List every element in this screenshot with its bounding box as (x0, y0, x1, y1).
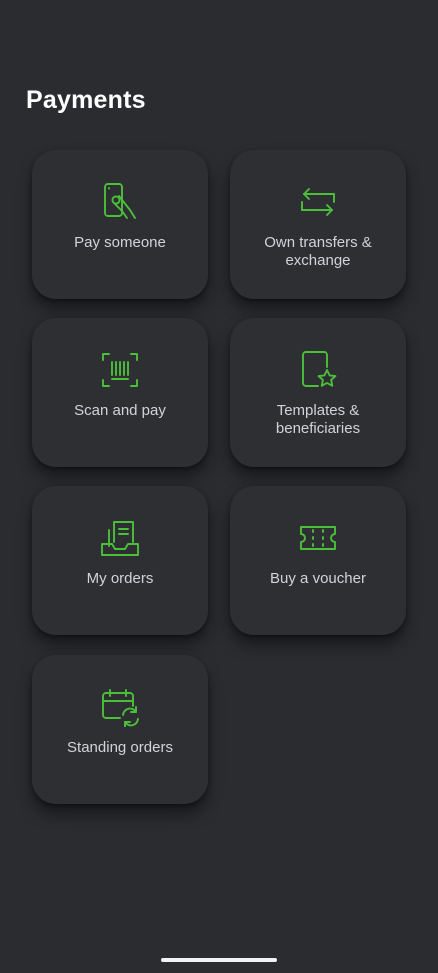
ticket-icon (298, 518, 338, 558)
tile-label: Templates & beneficiaries (275, 402, 361, 437)
pay-someone-button[interactable]: Pay someone (32, 150, 208, 299)
tile-label: Scan and pay (74, 402, 166, 419)
page-title: Payments (26, 86, 146, 114)
inbox-document-icon (100, 518, 140, 558)
tile-label: My orders (86, 570, 154, 587)
phone-hand-icon (100, 182, 140, 222)
templates-beneficiaries-button[interactable]: Templates & beneficiaries (230, 318, 406, 467)
tile-label: Buy a voucher (270, 570, 366, 587)
tile-label: Standing orders (67, 739, 173, 756)
barcode-scan-icon (100, 350, 140, 390)
tablet-star-icon (298, 350, 338, 390)
standing-orders-button[interactable]: Standing orders (32, 655, 208, 804)
home-indicator[interactable] (161, 958, 277, 962)
calendar-refresh-icon (100, 687, 140, 727)
tile-label: Own transfers & exchange (264, 234, 372, 269)
buy-voucher-button[interactable]: Buy a voucher (230, 486, 406, 635)
transfer-arrows-icon (298, 182, 338, 222)
own-transfers-button[interactable]: Own transfers & exchange (230, 150, 406, 299)
scan-and-pay-button[interactable]: Scan and pay (32, 318, 208, 467)
my-orders-button[interactable]: My orders (32, 486, 208, 635)
tile-label: Pay someone (74, 234, 166, 251)
